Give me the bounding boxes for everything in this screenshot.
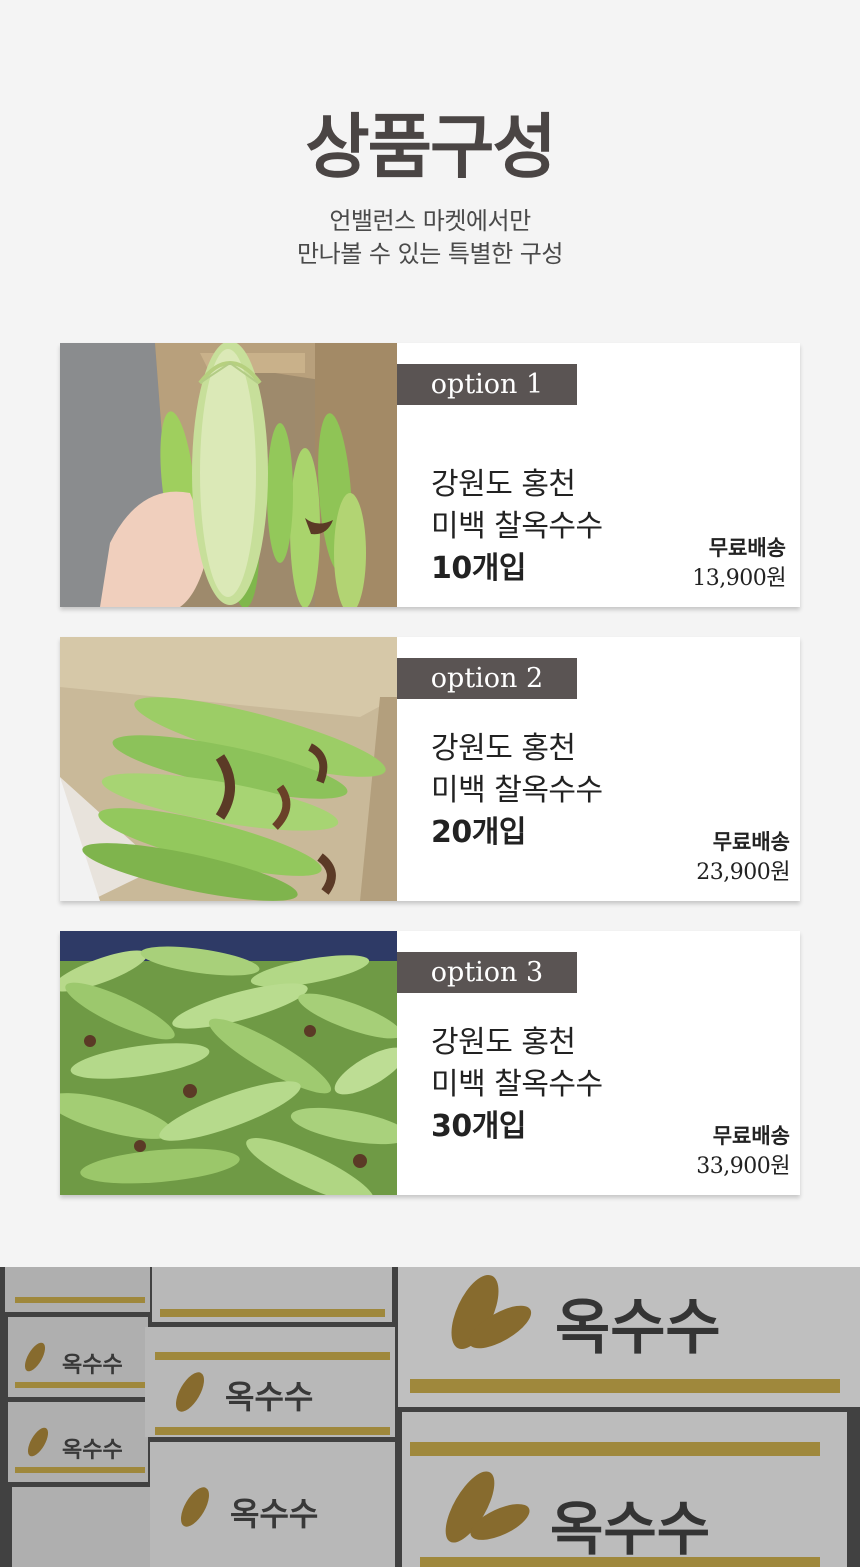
option-info: option 3 강원도 홍천 미백 찰옥수수 30개입 무료배송 33,900…	[397, 931, 800, 1195]
free-shipping-label: 무료배송	[708, 536, 786, 560]
corn-photo-pile	[60, 931, 397, 1195]
option-badge: option 2	[397, 658, 577, 699]
product-quantity: 20개입	[431, 815, 526, 850]
option-card-1[interactable]: option 1 강원도 홍천 미백 찰옥수수 10개입 무료배송 13,900…	[60, 343, 800, 607]
product-name: 미백 찰옥수수	[431, 1067, 603, 1102]
corn-photo-open-box	[60, 637, 397, 901]
free-shipping-label: 무료배송	[712, 1124, 790, 1148]
option-card-3[interactable]: option 3 강원도 홍천 미백 찰옥수수 30개입 무료배송 33,900…	[60, 931, 800, 1195]
price: 13,900원	[692, 566, 786, 591]
subtitle-line-1: 언밸런스 마켓에서만	[329, 207, 531, 235]
dark-overlay	[0, 1267, 860, 1567]
page-title: 상품구성	[305, 106, 557, 188]
price: 23,900원	[696, 860, 790, 885]
option-badge: option 3	[397, 952, 577, 993]
product-name: 미백 찰옥수수	[431, 509, 603, 544]
product-quantity: 10개입	[431, 551, 526, 586]
option-badge: option 1	[397, 364, 577, 405]
product-quantity: 30개입	[431, 1109, 526, 1144]
option-card-2[interactable]: option 2 강원도 홍천 미백 찰옥수수 20개입 무료배송 23,900…	[60, 637, 800, 901]
product-origin: 강원도 홍천	[431, 731, 576, 766]
option-info: option 2 강원도 홍천 미백 찰옥수수 20개입 무료배송 23,900…	[397, 637, 800, 901]
product-name: 미백 찰옥수수	[431, 773, 603, 808]
corn-photo-hand-in-box	[60, 343, 397, 607]
option-info: option 1 강원도 홍천 미백 찰옥수수 10개입 무료배송 13,900…	[397, 343, 800, 607]
product-origin: 강원도 홍천	[431, 467, 576, 502]
product-origin: 강원도 홍천	[431, 1025, 576, 1060]
free-shipping-label: 무료배송	[712, 830, 790, 854]
price: 33,900원	[696, 1154, 790, 1179]
subtitle-line-2: 만나볼 수 있는 특별한 구성	[297, 240, 563, 268]
corn-boxes-photo: 옥수수 옥수수 옥수수 옥수수 옥수수 옥수수	[0, 1267, 860, 1567]
